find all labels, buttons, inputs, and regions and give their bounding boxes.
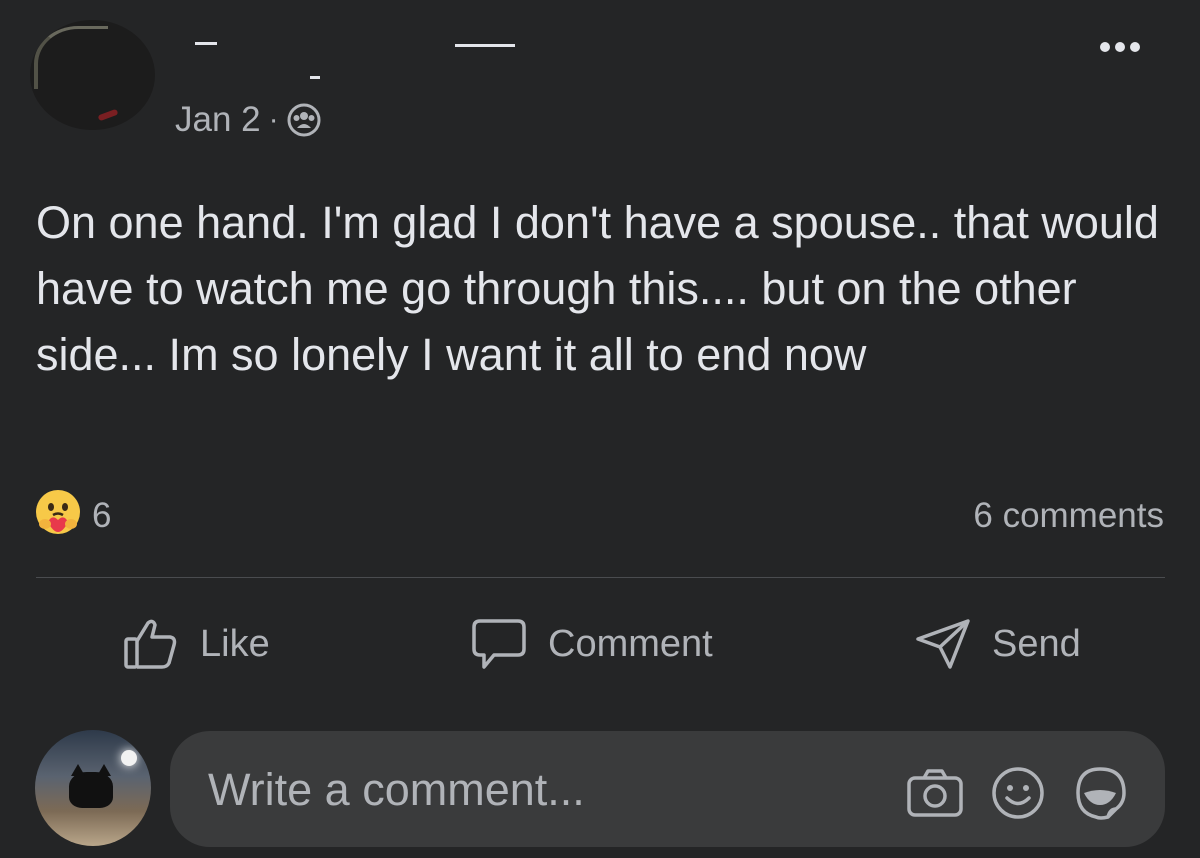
divider bbox=[36, 577, 1165, 578]
reactions-summary[interactable]: 6 bbox=[34, 488, 112, 545]
comment-button[interactable]: Comment bbox=[470, 612, 713, 676]
friends-icon bbox=[287, 103, 321, 137]
author-name-redacted[interactable] bbox=[175, 40, 515, 80]
camera-icon[interactable] bbox=[905, 763, 965, 823]
author-avatar-redacted[interactable] bbox=[30, 20, 155, 130]
more-options-button[interactable] bbox=[1090, 32, 1150, 62]
dot-icon bbox=[1115, 42, 1125, 52]
dot-icon bbox=[1130, 42, 1140, 52]
post-card: Jan 2 · On one hand. I'm glad I don't ha… bbox=[0, 0, 1200, 858]
paper-plane-icon bbox=[914, 615, 972, 673]
speech-bubble-icon bbox=[470, 615, 528, 673]
comment-label: Comment bbox=[548, 622, 713, 665]
send-button[interactable]: Send bbox=[914, 612, 1081, 676]
thumbs-up-icon bbox=[122, 615, 180, 673]
comment-composer bbox=[170, 731, 1165, 849]
comment-input[interactable] bbox=[206, 731, 890, 849]
like-label: Like bbox=[200, 622, 270, 665]
post-text: On one hand. I'm glad I don't have a spo… bbox=[36, 197, 1159, 380]
current-user-avatar[interactable] bbox=[35, 730, 151, 846]
post-meta: Jan 2 · bbox=[175, 98, 321, 142]
send-label: Send bbox=[992, 622, 1081, 665]
like-button[interactable]: Like bbox=[122, 612, 270, 676]
care-reaction-icon bbox=[34, 488, 82, 545]
dot-icon bbox=[1100, 42, 1110, 52]
emoji-icon[interactable] bbox=[988, 763, 1048, 823]
reaction-count: 6 bbox=[92, 496, 112, 535]
meta-separator: · bbox=[268, 103, 279, 136]
comments-count[interactable]: 6 comments bbox=[973, 490, 1164, 542]
post-date[interactable]: Jan 2 bbox=[175, 100, 261, 140]
sticker-icon[interactable] bbox=[1070, 763, 1130, 823]
